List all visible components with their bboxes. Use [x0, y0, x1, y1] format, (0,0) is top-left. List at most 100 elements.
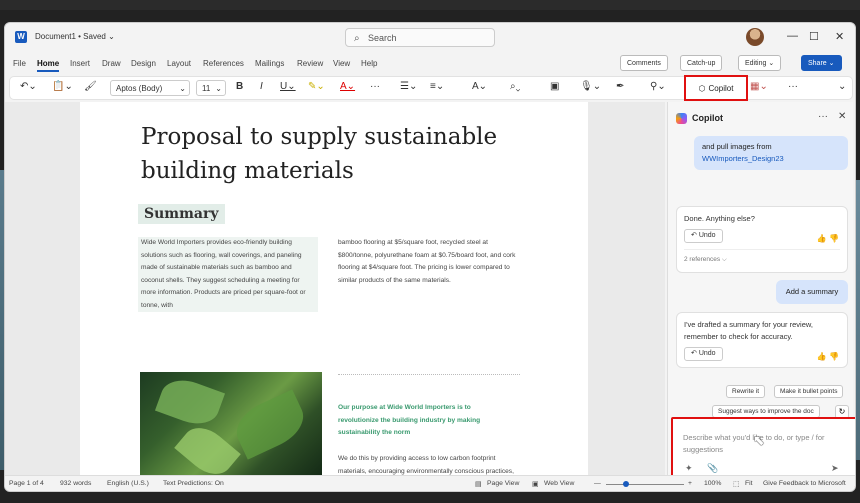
close-icon[interactable]: ✕	[838, 111, 846, 122]
chevron-down-icon: ⌄	[179, 83, 186, 93]
table-icon[interactable]: ▦⌄	[750, 81, 768, 92]
search-input[interactable]: ⌕ Search	[345, 28, 495, 47]
language[interactable]: English (U.S.)	[107, 480, 149, 487]
menu-file[interactable]: File	[13, 59, 26, 68]
undo-button[interactable]: ↶ Undo	[684, 229, 723, 243]
menu-insert[interactable]: Insert	[70, 59, 90, 68]
minimize-icon[interactable]: —	[787, 30, 798, 42]
menu-references[interactable]: References	[203, 59, 244, 68]
document-page[interactable]: Proposal to supply sustainable building …	[80, 102, 588, 475]
paste-icon[interactable]: 📋⌄	[52, 81, 73, 92]
purpose-body[interactable]: We do this by providing access to low ca…	[338, 453, 516, 475]
document-title[interactable]: Proposal to supply sustainable building …	[141, 120, 521, 188]
avatar[interactable]	[746, 28, 764, 46]
highlight-icon[interactable]: ✎⌄	[308, 81, 325, 92]
menu-mailings[interactable]: Mailings	[255, 59, 284, 68]
feedback-link[interactable]: Give Feedback to Microsoft	[763, 480, 846, 487]
thumbs-icons[interactable]: 👍 👎	[817, 351, 839, 363]
zoom-level[interactable]: 100%	[704, 480, 721, 487]
font-color-icon[interactable]: A⌄	[340, 81, 355, 92]
undo-icon[interactable]: ↶⌄	[20, 81, 37, 92]
word-window: W Document1 • Saved ⌄ ⌕ Search — ☐ ✕ Fil…	[4, 22, 856, 492]
menu-home[interactable]: Home	[37, 59, 60, 72]
menu-design[interactable]: Design	[131, 59, 156, 68]
editing-button[interactable]: Editing ⌄	[738, 55, 782, 71]
comments-button[interactable]: Comments	[620, 55, 668, 71]
more-icon[interactable]: ···	[370, 81, 380, 92]
undo-label: Undo	[698, 232, 716, 239]
word-count[interactable]: 932 words	[60, 480, 91, 487]
dictate-panel-icon[interactable]: ▣	[550, 81, 559, 92]
catchup-button[interactable]: Catch-up	[680, 55, 723, 71]
summary-column-2[interactable]: bamboo flooring at $5/square foot, recyc…	[338, 237, 520, 287]
attach-icon[interactable]: 📎	[707, 463, 718, 474]
zoom-in-icon[interactable]: +	[688, 480, 692, 487]
menu-review[interactable]: Review	[297, 59, 323, 68]
web-view-button[interactable]: Web View	[544, 480, 574, 487]
menu-draw[interactable]: Draw	[102, 59, 121, 68]
leaf-image[interactable]	[140, 372, 322, 475]
underline-icon[interactable]: U⌄	[280, 81, 296, 92]
page-count[interactable]: Page 1 of 4	[9, 480, 44, 487]
bullets-icon[interactable]: ☰⌄	[400, 81, 417, 92]
file-link[interactable]: WWImporters_Design23	[702, 153, 840, 165]
styles-icon[interactable]: A⌄	[472, 81, 487, 92]
suggestion-rewrite[interactable]: Rewrite it	[726, 385, 766, 398]
status-bar: Page 1 of 4 932 words English (U.S.) Tex…	[5, 475, 855, 491]
purpose-heading[interactable]: Our purpose at Wide World Importers is t…	[338, 402, 513, 440]
menu-bar: File Home Insert Draw Design Layout Refe…	[5, 56, 855, 74]
menu-view[interactable]: View	[333, 59, 350, 68]
more-options-icon[interactable]: ···	[788, 81, 798, 92]
zoom-slider-thumb[interactable]	[623, 481, 629, 487]
copilot-response: I've drafted a summary for your review, …	[676, 312, 848, 368]
thumbs-icons[interactable]: 👍 👎	[817, 233, 839, 245]
menu-help[interactable]: Help	[361, 59, 377, 68]
text-predictions[interactable]: Text Predictions: On	[163, 480, 224, 487]
sparkle-icon[interactable]: ✦	[685, 463, 693, 474]
more-icon[interactable]: ···	[818, 111, 828, 122]
share-button[interactable]: Share ⌄	[801, 55, 842, 71]
undo-button[interactable]: ↶ Undo	[684, 347, 723, 361]
search-placeholder: Search	[368, 32, 397, 43]
suggestion-bullets[interactable]: Make it bullet points	[774, 385, 844, 398]
user-message: Add a summary	[776, 280, 848, 304]
send-icon[interactable]: ➤	[831, 463, 839, 474]
copilot-icon: ⬡	[698, 83, 706, 93]
user-message: and pull images from WWImporters_Design2…	[694, 136, 848, 170]
collapse-ribbon-icon[interactable]: ⌄	[838, 81, 846, 92]
summary-heading[interactable]: Summary	[138, 204, 225, 224]
document-name[interactable]: Document1 • Saved ⌄	[35, 32, 115, 41]
find-icon[interactable]: ⌕⌄	[510, 81, 520, 92]
copilot-button[interactable]: ⬡ Copilot	[684, 75, 748, 101]
user-message-text: and pull images from	[702, 142, 772, 151]
page-view-button[interactable]: Page View	[487, 480, 519, 487]
leaf-shape	[228, 389, 312, 460]
fit-icon[interactable]: ⬚	[733, 480, 739, 488]
undo-label: Undo	[698, 350, 716, 357]
title-bar: W Document1 • Saved ⌄ ⌕ Search — ☐ ✕	[5, 23, 855, 53]
copilot-label: Copilot	[708, 83, 734, 93]
share-label: Share ⌄	[808, 60, 835, 67]
dictate-icon[interactable]: 🎙⌄	[580, 81, 601, 92]
zoom-out-icon[interactable]: —	[594, 480, 601, 487]
font-name-value: Aptos (Body)	[116, 83, 163, 93]
format-painter-icon[interactable]: 🖌	[84, 81, 97, 92]
font-name-select[interactable]: Aptos (Body) ⌄	[110, 80, 190, 96]
align-icon[interactable]: ≡⌄	[430, 81, 444, 92]
page-view-icon[interactable]: ▤	[475, 480, 481, 488]
zoom-slider[interactable]	[606, 484, 684, 485]
maximize-icon[interactable]: ☐	[809, 30, 819, 43]
font-size-select[interactable]: 11 ⌄	[196, 80, 226, 96]
close-icon[interactable]: ✕	[835, 30, 844, 43]
word-app-icon: W	[15, 31, 27, 43]
italic-icon[interactable]: I	[260, 81, 263, 92]
summary-column-1[interactable]: Wide World Importers provides eco-friend…	[138, 237, 318, 312]
references-toggle[interactable]: 2 references ⌵	[684, 249, 840, 266]
bold-icon[interactable]: B	[236, 81, 243, 92]
fit-button[interactable]: Fit	[745, 480, 753, 487]
web-view-icon[interactable]: ▣	[532, 480, 538, 488]
editor-icon[interactable]: ✒	[616, 81, 624, 92]
menu-layout[interactable]: Layout	[167, 59, 191, 68]
designer-icon[interactable]: ⚲⌄	[650, 81, 666, 92]
chevron-down-icon: ⌄	[215, 83, 222, 93]
